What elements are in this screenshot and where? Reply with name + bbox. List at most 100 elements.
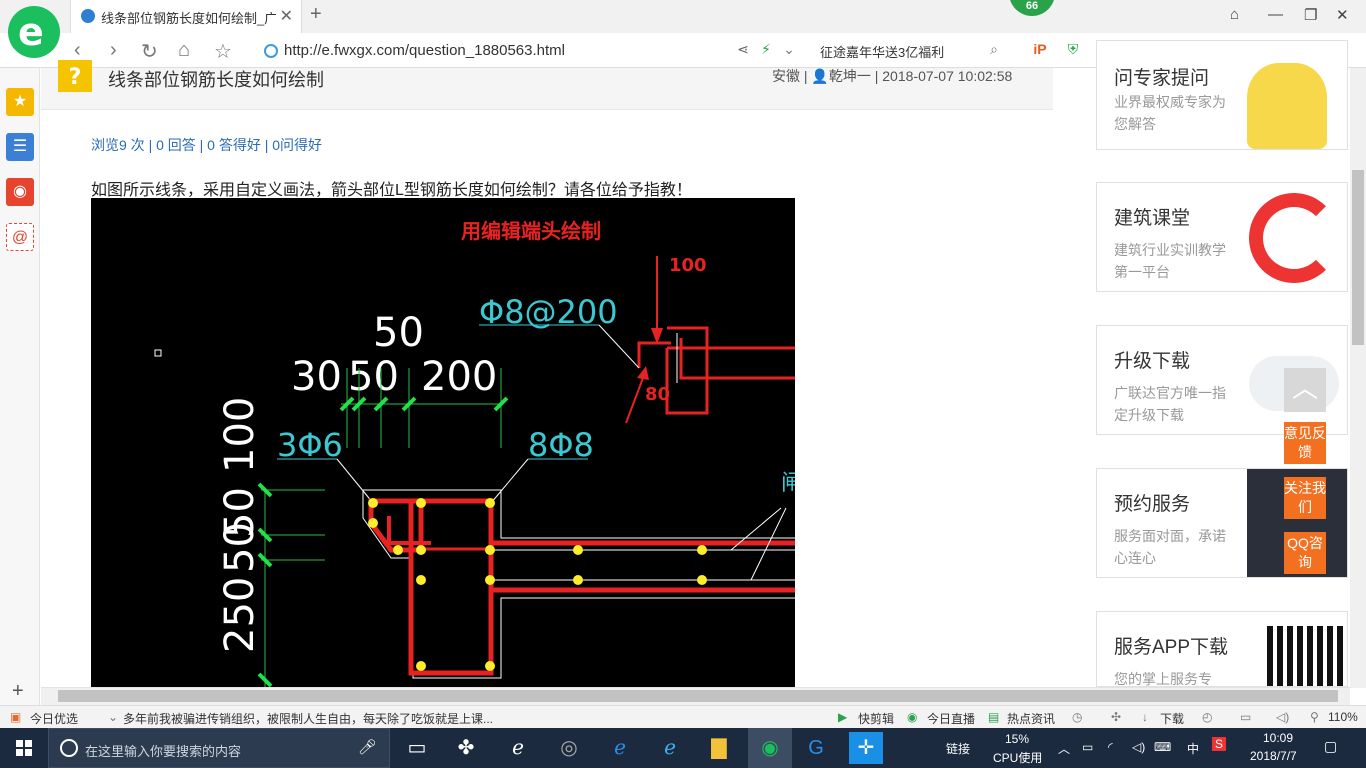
cad-dim-250-v: 250 [217,577,263,653]
file-explorer-icon[interactable]: ▇ [702,732,736,764]
card-subtitle: 服务面对面，承诺心连心 [1114,528,1226,566]
card-subtitle: 建筑行业实训教学第一平台 [1114,242,1226,280]
keyboard-icon[interactable]: ⌨ [1154,740,1171,754]
mascot-icon [1247,63,1327,149]
shield-icon[interactable]: ⛨ [1064,40,1082,58]
share-icon[interactable]: ⋖ [734,40,752,58]
close-window-button[interactable]: ✕ [1336,6,1349,24]
history-icon[interactable]: ◴ [1202,710,1212,724]
maximize-button[interactable]: ❐ [1304,6,1317,24]
ip-icon[interactable]: iP [1031,40,1049,58]
card-title: 服务APP下载 [1114,637,1229,658]
chevron-up-icon[interactable]: ︿ [1058,740,1070,757]
cad-dim-50: 50 [348,354,399,400]
start-button[interactable] [0,728,48,768]
question-body: 如图所示线条，采用自定义画法，箭头部位L型钢筋长度如何绘制？请各位给予指教！ [91,182,692,199]
home-icon[interactable]: ⌂ [178,39,190,62]
network-link-label[interactable]: 链接 [946,740,970,757]
browser-taskbar-icon[interactable]: ◉ [748,728,792,768]
search-icon[interactable]: ⌕ [985,40,1003,58]
weibo-icon[interactable]: ◉ [6,178,34,206]
ime-mode[interactable]: 中 [1187,740,1199,757]
microphone-icon[interactable]: 🎤︎ [358,738,377,756]
live-link[interactable]: 今日直播 [927,710,975,727]
bookmark-star-icon[interactable]: ☆ [214,39,232,64]
status-bar: ▣ 今日优选 ⌄ 多年前我被骗进传销组织，被限制人生自由，每天除了吃饭就是上课.… [0,705,1366,728]
move-app-icon[interactable]: ✛ [849,732,883,764]
vertical-scroll-thumb[interactable] [1352,170,1364,345]
new-tab-button[interactable]: + [310,3,322,26]
tab-close-button[interactable]: ✕ [280,6,293,26]
window-icon[interactable]: ▭ [1240,710,1251,724]
news-ticker[interactable]: 多年前我被骗进传销组织，被限制人生自由，每天除了吃饭就是上课... [123,710,493,727]
swirl-app-icon[interactable]: ◎ [552,732,586,764]
taskbar-search-placeholder: 在这里输入你要搜索的内容 [85,744,242,759]
skin-button[interactable]: ⌂ [1230,6,1239,23]
volume-icon[interactable]: ◁) [1276,710,1289,724]
minimize-button[interactable]: — [1268,6,1283,23]
qq-consult-button[interactable]: QQ咨询 [1284,532,1326,574]
browser-logo-icon[interactable]: e [8,6,60,58]
notification-icon[interactable]: ▢ [1324,738,1337,755]
ie-e-icon[interactable]: ℯ [501,732,535,764]
zoom-icon: ⚲ [1310,710,1319,724]
hot-news-link[interactable]: 热点资讯 [1007,710,1055,727]
url-field[interactable]: http://e.fwxgx.com/question_1880563.html [284,42,565,59]
cad-rebar-8phi8: 8Φ8 [528,426,594,464]
g-app-icon[interactable]: G [799,732,833,764]
site-favicon-icon [81,9,95,23]
speed-icon[interactable]: ⚡ [757,40,775,58]
edge-icon[interactable]: ℯ [603,732,637,764]
question-stats[interactable]: 浏览9 次 | 0 回答 | 0 答得好 | 0问得好 [91,135,322,155]
cad-drawing-image: 用编辑端头绘制 100 80 Φ8@200 50 30 50 200 3Φ6 8… [91,198,795,688]
card-app-download[interactable]: 服务APP下载 您的掌上服务专 [1096,611,1348,687]
taskbar-search[interactable]: 在这里输入你要搜索的内容 🎤︎ [48,728,390,768]
download-link[interactable]: 下载 [1160,710,1184,727]
news-icon: ▤ [988,710,1000,724]
card-subtitle: 广联达官方唯一指定升级下载 [1114,385,1226,423]
card-building-class[interactable]: 建筑课堂 建筑行业实训教学第一平台 [1096,182,1348,292]
refresh-icon[interactable]: ↻ [141,39,158,64]
speed-dial-icon[interactable]: ◷ [1072,710,1082,724]
fan-app-icon[interactable]: ✤ [449,732,483,764]
cad-dim-50-top: 50 [373,310,424,356]
quick-edit-link[interactable]: 快剪辑 [858,710,894,727]
feedback-button[interactable]: 意见反馈 [1284,422,1326,464]
cpu-label: CPU使用 [993,751,1043,765]
volume-icon[interactable]: ◁) [1132,740,1145,754]
sogou-s-icon[interactable]: S [1212,737,1227,751]
cad-dim-200: 200 [421,354,497,400]
back-to-top-button[interactable]: ︿ [1284,368,1326,412]
horizontal-scroll-thumb[interactable] [58,690,1338,702]
internet-explorer-icon[interactable]: ℯ [653,732,687,764]
add-sidebar-icon[interactable]: + [12,680,24,703]
question-title: 线条部位钢筋长度如何绘制 [108,70,324,90]
today-picks-link[interactable]: 今日优选 [30,710,78,727]
gift-icon: ▣ [10,710,22,724]
wifi-icon[interactable]: ◜ [1108,740,1113,754]
forward-icon[interactable]: › [110,39,117,62]
chevron-down-icon[interactable]: ⌄ [780,40,798,58]
task-view-icon[interactable]: ▭ [400,732,434,764]
card-ask-expert[interactable]: 问专家提问 业界最权威专家为您解答 [1096,40,1348,150]
live-icon: ◉ [907,710,918,724]
cad-dim-50-v2: 50 [217,487,263,538]
zoom-level[interactable]: 110% [1328,710,1358,724]
clock-time[interactable]: 10:09 [1263,731,1293,745]
card-title: 建筑课堂 [1114,208,1191,229]
pin-icon[interactable]: ✣ [1111,710,1121,724]
clock-date[interactable]: 2018/7/7 [1250,749,1297,763]
vertical-scrollbar[interactable] [1350,68,1366,688]
chevron-down-icon[interactable]: ⌄ [108,710,118,724]
download-icon: ↓ [1142,710,1148,724]
tab-title: 线条部位钢筋长度如何绘制_广联 [101,11,276,26]
email-icon[interactable]: @ [6,223,34,251]
search-input[interactable]: 征途嘉年华送3亿福利 [820,42,944,61]
favorites-icon[interactable]: ★ [6,88,34,116]
battery-icon[interactable]: ▭ [1082,740,1093,754]
reading-list-icon[interactable]: ☰ [6,133,34,161]
browser-tab[interactable]: 线条部位钢筋长度如何绘制_广联 ✕ [70,0,302,33]
qr-code [1267,626,1347,686]
follow-us-button[interactable]: 关注我们 [1284,477,1326,519]
back-icon[interactable]: ‹ [74,39,81,62]
